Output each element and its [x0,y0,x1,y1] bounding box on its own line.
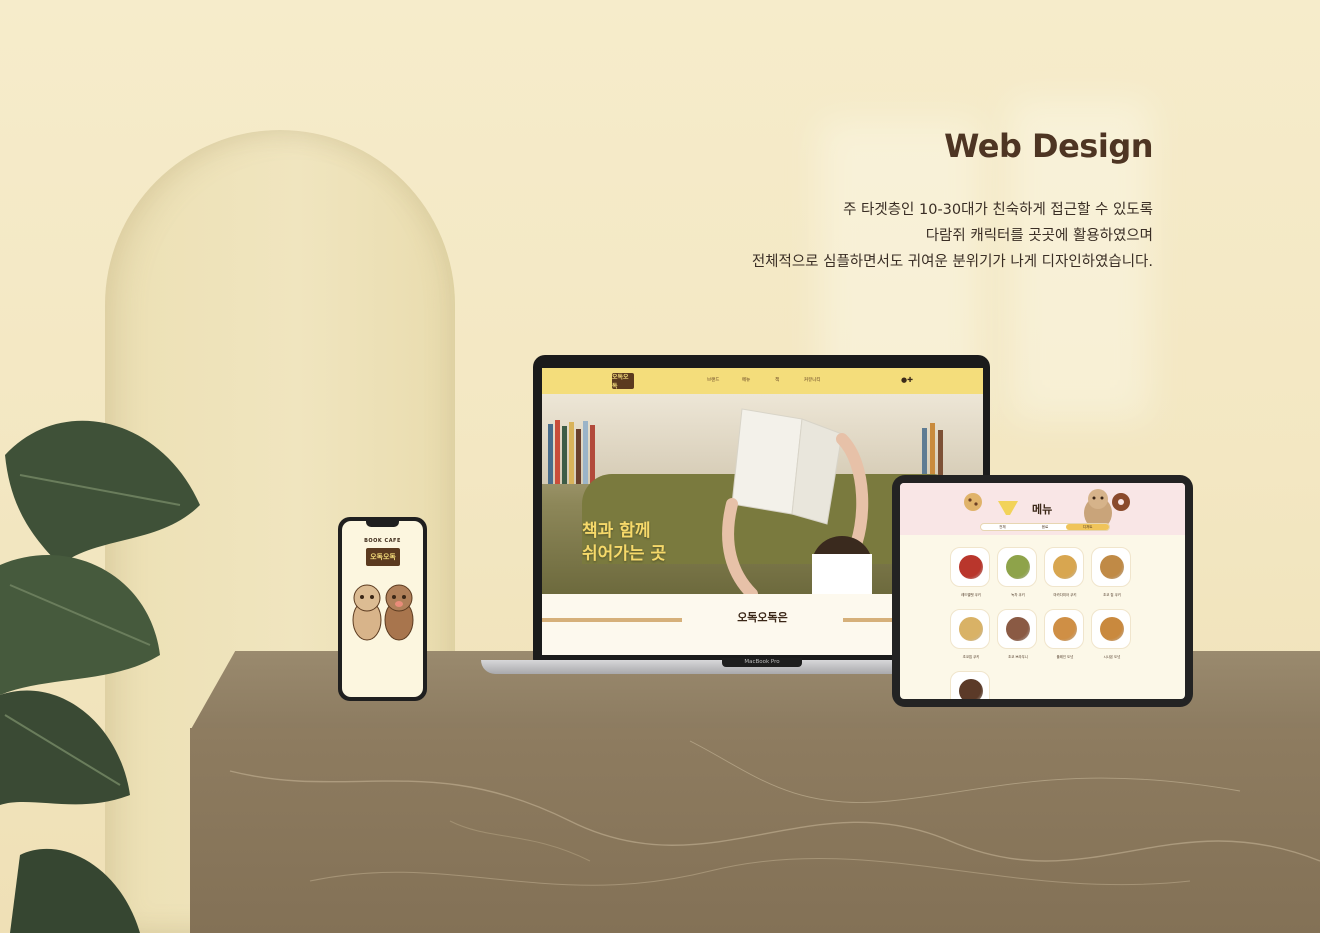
mockup-scene: Web Design 주 타겟층인 10-30대가 친숙하게 접근할 수 있도록… [0,0,1320,933]
menu-item-image [959,679,983,699]
nav-item-book[interactable]: 책 [775,377,779,383]
menu-item-name: 초코칩 쿠키 [962,655,980,659]
nav-item-community[interactable]: 커뮤니티 [804,377,821,383]
menu-item[interactable]: 초코 도넛 [950,671,990,699]
menu-item-name: 초코 칩 쿠키 [1103,593,1121,597]
hero-line: 책과 함께 [582,521,651,541]
tab-dessert[interactable]: 디저트 [1066,524,1110,530]
menu-item-image [1006,617,1030,641]
hero-line: 쉬어가는 곳 [582,544,667,564]
menu-item[interactable]: 시나몬 도넛 [1091,609,1131,659]
menu-tabs: 전체 음료 디저트 [980,523,1110,531]
menu-item-name: 초코 브라우니 [1008,655,1028,659]
reading-person [722,408,872,594]
menu-item-image [959,555,983,579]
menu-item-image [1053,617,1077,641]
menu-item-image [959,617,983,641]
tab-drinks[interactable]: 음료 [1024,524,1067,530]
tab-all[interactable]: 전체 [981,524,1024,530]
description-line: 전체적으로 심플하면서도 귀여운 분위기가 나게 디자인하였습니다. [751,254,1153,270]
page-title: Web Design [944,127,1153,165]
nav-item-menu[interactable]: 메뉴 [742,377,750,383]
menu-item-name: 녹차 쿠키 [1011,593,1025,597]
description-line: 다람쥐 캐릭터를 곳곳에 활용하였으며 [925,228,1153,244]
hero-headline: 책과 함께 쉬어가는 곳 [582,520,666,566]
menu-item-image [1006,555,1030,579]
tablet-menu-page: 메뉴 전체 음료 디저트 레드벨벳 쿠키 녹차 쿠키 마카다미아 쿠키 초코 칩 쿠키… [900,483,1185,699]
nav-item-brand[interactable]: 브랜드 [707,377,719,383]
description: 주 타겟층인 10-30대가 친숙하게 접근할 수 있도록 다람쥐 캐릭터를 곳… [752,197,1153,275]
menu-item[interactable]: 녹차 쿠키 [997,547,1037,597]
menu-item-image [1100,617,1124,641]
laptop-brand-label: MacBook Pro [722,658,802,667]
menu-title: 메뉴 [1032,503,1053,516]
monstera-plant [0,420,200,933]
drink-icon [998,501,1018,515]
menu-item[interactable]: 레드벨벳 쿠키 [950,547,990,597]
description-line: 주 타겟층인 10-30대가 친숙하게 접근할 수 있도록 [843,202,1153,218]
menu-item[interactable]: 플레인 도넛 [1044,609,1084,659]
user-icon[interactable]: ●✚ [901,376,913,384]
menu-item-name: 레드벨벳 쿠키 [961,593,981,597]
phone-screen: BOOK CAFE 오독오독 [342,521,423,697]
site-navbar: 오독오독 브랜드 메뉴 책 커뮤니티 ●✚ [542,368,983,394]
phone-logo: 오독오독 [366,548,400,566]
menu-item[interactable]: 초코칩 쿠키 [950,609,990,659]
menu-item[interactable]: 초코 칩 쿠키 [1091,547,1131,597]
menu-item-image [1100,555,1124,579]
menu-item[interactable]: 초코 브라우니 [997,609,1037,659]
menu-item-name: 플레인 도넛 [1056,655,1074,659]
menu-item[interactable]: 마카다미아 쿠키 [1044,547,1084,597]
squirrel-characters [352,584,414,641]
phone-notch [366,521,399,527]
site-logo[interactable]: 오독오독 [612,373,634,390]
donut-icon [1112,493,1130,511]
menu-header: 메뉴 전체 음료 디저트 [900,483,1185,535]
menu-item-name: 시나몬 도넛 [1103,655,1121,659]
phone-cafe-label: BOOK CAFE [364,538,401,544]
cookie-icon [964,493,982,511]
menu-item-name: 마카다미아 쿠키 [1053,593,1077,597]
menu-item-image [1053,555,1077,579]
